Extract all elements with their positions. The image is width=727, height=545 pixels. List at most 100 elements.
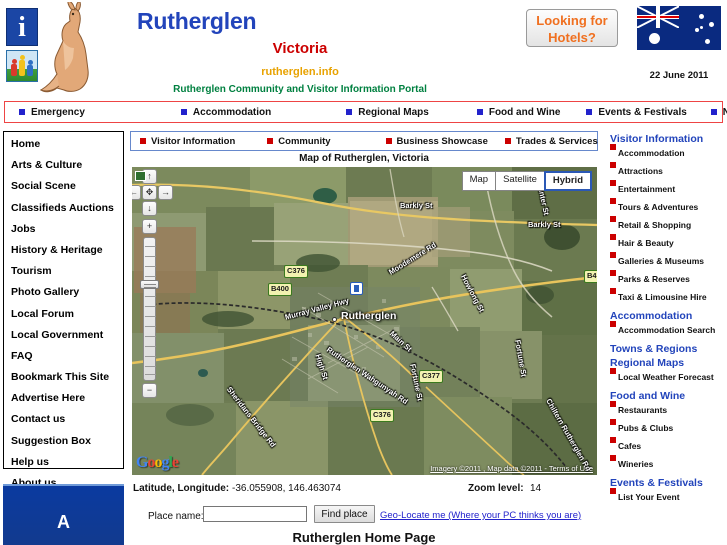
- map-pan-left-button[interactable]: ←: [132, 185, 141, 200]
- right-item-galleries-museums[interactable]: Galleries & Museums: [604, 252, 727, 266]
- tab-label: Visitor Information: [151, 135, 236, 147]
- nav-label: Regional Maps: [358, 106, 429, 118]
- map-type-hybrid[interactable]: Hybrid: [543, 171, 592, 191]
- map-zoom-out-button[interactable]: −: [142, 383, 157, 398]
- right-item-label: Galleries & Museums: [618, 256, 704, 266]
- geo-locate-link[interactable]: Geo-Locate me (Where your PC thinks you …: [380, 510, 581, 521]
- tab-community[interactable]: Community: [267, 136, 331, 147]
- sidebar-item-jobs[interactable]: Jobs: [11, 223, 123, 235]
- sidebar-advertisement-banner[interactable]: A: [3, 484, 124, 545]
- place-name-label: Place name:: [148, 511, 204, 522]
- tab-business-showcase[interactable]: Business Showcase: [385, 136, 488, 147]
- square-bullet-icon: [610, 252, 616, 258]
- square-bullet-icon: [610, 455, 616, 461]
- square-bullet-icon: [610, 368, 616, 374]
- right-item-restaurants[interactable]: Restaurants: [604, 401, 727, 415]
- right-item-pubs-clubs[interactable]: Pubs & Clubs: [604, 419, 727, 433]
- nav-item-accommodation[interactable]: Accommodation: [180, 107, 271, 118]
- right-item-retail-shopping[interactable]: Retail & Shopping: [604, 216, 727, 230]
- nav-item-news[interactable]: News: [710, 106, 727, 118]
- compass-icon[interactable]: [135, 171, 146, 181]
- sidebar-item-arts-culture[interactable]: Arts & Culture: [11, 159, 123, 171]
- square-bullet-icon: [267, 138, 274, 144]
- satellite-map-canvas[interactable]: Rutherglen Wahgunyah Rd Barkly St Barkly…: [132, 167, 597, 475]
- australian-flag-icon: [637, 6, 721, 50]
- right-item-hair-beauty[interactable]: Hair & Beauty: [604, 234, 727, 248]
- sidebar-item-social-scene[interactable]: Social Scene: [11, 180, 123, 192]
- right-item-accommodation[interactable]: Accommodation: [604, 144, 727, 158]
- latitude-longitude-value: -36.055908, 146.463074: [232, 483, 341, 494]
- square-bullet-icon: [610, 162, 616, 168]
- right-item-label: Restaurants: [618, 405, 668, 415]
- right-item-label: Cafes: [618, 441, 642, 451]
- nav-item-emergency[interactable]: Emergency: [19, 107, 85, 118]
- looking-for-hotels-button[interactable]: Looking for Hotels?: [526, 9, 618, 47]
- map-center-button[interactable]: ✥: [142, 185, 157, 200]
- sidebar-item-photo-gallery[interactable]: Photo Gallery: [11, 286, 123, 298]
- right-item-list-your-event[interactable]: List Your Event: [604, 488, 727, 502]
- sidebar-item-faq[interactable]: FAQ: [11, 350, 123, 362]
- map-type-satellite[interactable]: Satellite: [495, 171, 544, 191]
- right-item-entertainment[interactable]: Entertainment: [604, 180, 727, 194]
- nav-label: News: [722, 106, 727, 118]
- nav-item-events-festivals[interactable]: Events & Festivals: [586, 107, 687, 118]
- nav-label: Emergency: [31, 106, 85, 118]
- tab-trades-services[interactable]: Trades & Services: [504, 136, 598, 147]
- find-place-button[interactable]: Find place: [314, 505, 375, 523]
- right-section-heading-regional-maps: Regional Maps: [610, 357, 685, 369]
- sidebar-item-tourism[interactable]: Tourism: [11, 265, 123, 277]
- map-zoom-slider-handle[interactable]: [140, 280, 159, 289]
- person-red-head-icon: [11, 59, 17, 64]
- sidebar-item-suggestion-box[interactable]: Suggestion Box: [11, 435, 123, 447]
- map-pan-right-button[interactable]: →: [158, 185, 173, 200]
- sidebar-item-bookmark[interactable]: Bookmark This Site: [11, 371, 123, 383]
- route-shield-c377: C377: [419, 370, 443, 383]
- map-zoom-in-button[interactable]: +: [142, 219, 157, 234]
- poi-marker-icon[interactable]: [350, 282, 363, 295]
- square-bullet-icon: [610, 488, 616, 494]
- right-item-cafes[interactable]: Cafes: [604, 437, 727, 451]
- square-bullet-icon: [610, 401, 616, 407]
- sidebar-item-classifieds[interactable]: Classifieds Auctions: [11, 202, 123, 214]
- place-name-input[interactable]: [203, 506, 307, 522]
- left-sidebar: Home Arts & Culture Social Scene Classif…: [3, 131, 124, 489]
- map-attribution-credits[interactable]: Imagery ©2011 , Map data ©2011 - Terms o…: [430, 464, 593, 473]
- square-bullet-icon: [710, 109, 717, 115]
- nav-item-food-and-wine[interactable]: Food and Wine: [476, 107, 560, 118]
- nav-item-regional-maps[interactable]: Regional Maps: [346, 107, 429, 118]
- right-item-label: Taxi & Limousine Hire: [618, 292, 707, 302]
- map-pan-down-button[interactable]: ↓: [142, 201, 157, 216]
- right-item-attractions[interactable]: Attractions: [604, 162, 727, 176]
- hotels-button-line1: Looking for: [536, 13, 608, 28]
- right-item-label: Parks & Reserves: [618, 274, 690, 284]
- southern-cross-star-1: [699, 14, 704, 19]
- square-bullet-icon: [140, 138, 146, 144]
- sidebar-item-history-heritage[interactable]: History & Heritage: [11, 244, 123, 256]
- sidebar-item-home[interactable]: Home: [11, 138, 123, 150]
- hotels-button-line2: Hotels?: [548, 30, 596, 45]
- map-type-map[interactable]: Map: [461, 171, 496, 191]
- sidebar-item-local-government[interactable]: Local Government: [11, 329, 123, 341]
- map-type-switcher[interactable]: Map Satellite Hybrid: [461, 171, 592, 191]
- town-label-rutherglen: Rutherglen: [341, 310, 397, 322]
- right-item-accommodation-search[interactable]: Accommodation Search: [604, 321, 727, 335]
- road-label-barkly-st-2: Barkly St: [528, 220, 561, 229]
- sidebar-item-local-forum[interactable]: Local Forum: [11, 308, 123, 320]
- right-section-heading-towns-regions: Towns & Regions: [610, 343, 698, 355]
- southern-cross-star-3: [695, 28, 699, 32]
- square-bullet-icon: [610, 198, 616, 204]
- map-zoom-slider[interactable]: [143, 237, 156, 381]
- right-item-taxi-limousine[interactable]: Taxi & Limousine Hire: [604, 288, 727, 302]
- sidebar-item-contact-us[interactable]: Contact us: [11, 413, 123, 425]
- right-item-tours-adventures[interactable]: Tours & Adventures: [604, 198, 727, 212]
- right-item-parks-reserves[interactable]: Parks & Reserves: [604, 270, 727, 284]
- sidebar-item-advertise[interactable]: Advertise Here: [11, 392, 123, 404]
- sidebar-item-help-us[interactable]: Help us: [11, 456, 123, 468]
- southern-cross-star-2: [709, 22, 714, 27]
- right-item-label: Accommodation: [618, 148, 685, 158]
- tab-visitor-information[interactable]: Visitor Information: [140, 136, 235, 147]
- right-item-wineries[interactable]: Wineries: [604, 455, 727, 469]
- right-item-local-weather-forecast[interactable]: Local Weather Forecast: [604, 368, 727, 382]
- square-bullet-icon: [610, 144, 616, 150]
- page-title: Rutherglen: [137, 8, 257, 34]
